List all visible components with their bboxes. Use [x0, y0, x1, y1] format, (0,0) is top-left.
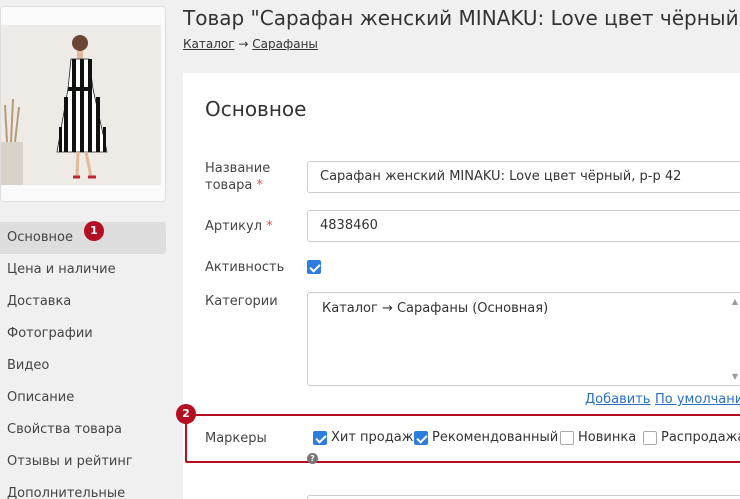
next-field-input[interactable]: [307, 495, 740, 499]
marker-hit-checkbox[interactable]: [313, 431, 327, 445]
sidebar-item-photos[interactable]: Фотографии: [0, 318, 166, 350]
scroll-up-icon[interactable]: ▲: [732, 297, 738, 306]
breadcrumb-catalog-link[interactable]: Каталог: [183, 37, 235, 51]
breadcrumb-category-link[interactable]: Сарафаны: [252, 37, 318, 51]
section-title: Основное: [205, 97, 307, 121]
marker-recommended-checkbox[interactable]: [414, 431, 428, 445]
sidebar-item-label: Свойства товара: [7, 422, 122, 437]
dress-photo-image: [1, 7, 165, 201]
sidebar-item-additional[interactable]: Дополнительные: [0, 478, 166, 499]
sidebar-item-price[interactable]: Цена и наличие: [0, 254, 166, 286]
sidebar-menu: Основное Цена и наличие Доставка Фотогра…: [0, 222, 166, 499]
sidebar-item-label: Доставка: [7, 294, 72, 309]
required-mark: *: [266, 219, 273, 234]
active-checkbox[interactable]: [307, 260, 321, 274]
sidebar-item-description[interactable]: Описание: [0, 382, 166, 414]
sidebar-item-label: Дополнительные: [7, 486, 126, 499]
required-mark: *: [256, 178, 264, 193]
name-label-line2: товара: [205, 178, 253, 193]
sidebar-item-properties[interactable]: Свойства товара: [0, 414, 166, 446]
categories-value: Каталог → Сарафаны (Основная): [322, 301, 549, 316]
marker-recommended-label[interactable]: Рекомендованный: [432, 430, 558, 445]
sidebar-item-label: Цена и наличие: [7, 262, 116, 277]
markers-label: Маркеры: [205, 431, 267, 446]
sidebar-item-label: Отзывы и рейтинг: [7, 454, 133, 469]
sidebar: Основное Цена и наличие Доставка Фотогра…: [0, 0, 172, 499]
marker-new-checkbox[interactable]: [560, 431, 574, 445]
marker-sale-label[interactable]: Распродажа: [661, 430, 740, 445]
active-label: Активность: [205, 260, 285, 275]
main-panel: Основное Название товара * Сарафан женск…: [183, 73, 740, 499]
sku-input[interactable]: 4838460: [307, 210, 740, 242]
sidebar-item-reviews[interactable]: Отзывы и рейтинг: [0, 446, 166, 478]
sidebar-item-video[interactable]: Видео: [0, 350, 166, 382]
annotation-badge-2: 2: [176, 404, 196, 424]
sidebar-item-label: Описание: [7, 390, 75, 405]
default-category-link[interactable]: По умолчани: [655, 392, 740, 407]
sidebar-item-label: Видео: [7, 358, 50, 373]
product-photo[interactable]: [0, 6, 166, 202]
help-icon[interactable]: ?: [307, 453, 318, 464]
product-name-input[interactable]: Сарафан женский MINAKU: Love цвет чёрный…: [307, 161, 740, 193]
categories-field[interactable]: Каталог → Сарафаны (Основная) ▲ ▼: [307, 292, 740, 386]
marker-hit-label[interactable]: Хит продаж: [331, 430, 413, 445]
sidebar-item-label: Фотографии: [7, 326, 93, 341]
add-category-link[interactable]: Добавить: [585, 392, 650, 407]
name-label: Название товара *: [205, 160, 270, 194]
sku-label-text: Артикул: [205, 219, 263, 234]
page-title: Товар "Сарафан женский MINAKU: Love цвет…: [183, 6, 740, 30]
marker-new-label[interactable]: Новинка: [578, 430, 636, 445]
sidebar-item-main[interactable]: Основное: [0, 222, 166, 254]
annotation-badge-1: 1: [84, 221, 104, 241]
breadcrumb: Каталог → Сарафаны: [183, 37, 318, 51]
breadcrumb-separator: →: [238, 37, 249, 51]
name-label-line1: Название: [205, 161, 271, 176]
marker-sale-checkbox[interactable]: [643, 431, 657, 445]
sidebar-item-label: Основное: [7, 230, 73, 245]
sku-label: Артикул *: [205, 218, 273, 235]
categories-label: Категории: [205, 294, 278, 309]
sidebar-item-delivery[interactable]: Доставка: [0, 286, 166, 318]
scroll-down-icon[interactable]: ▼: [732, 372, 738, 381]
